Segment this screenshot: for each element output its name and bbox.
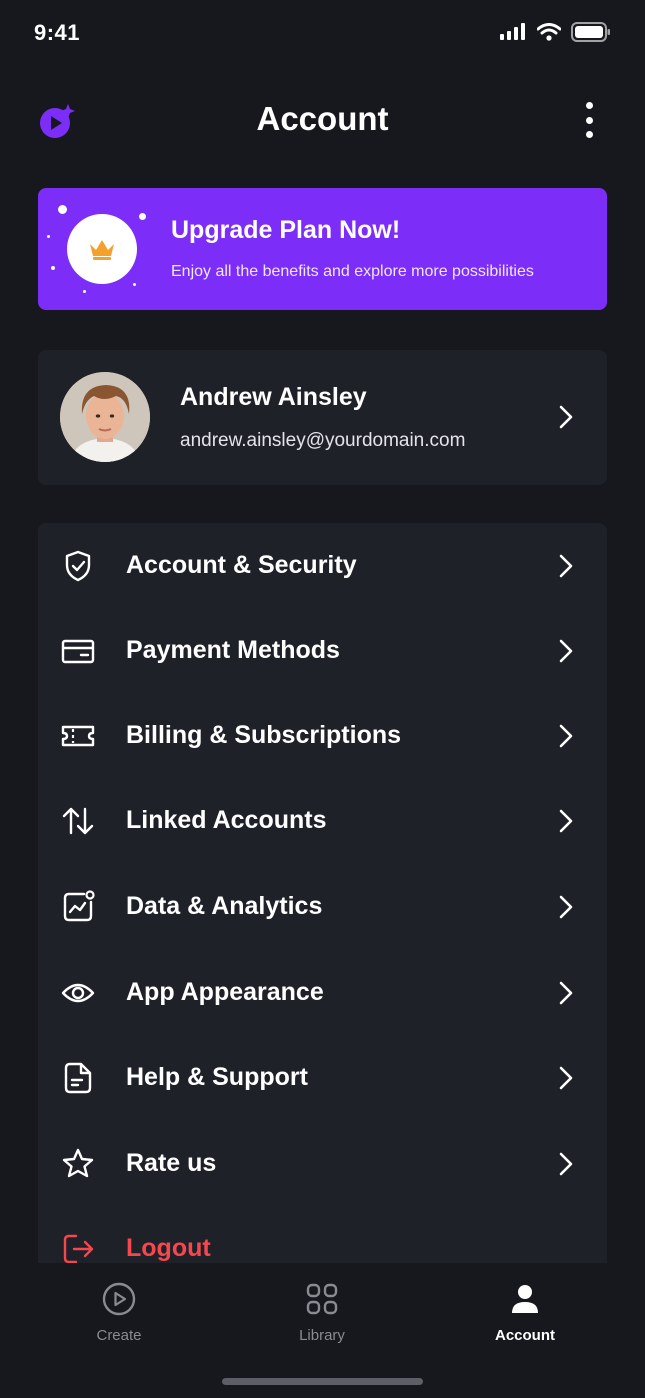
upgrade-title: Upgrade Plan Now!	[171, 216, 401, 244]
tab-library[interactable]: Library	[252, 1281, 392, 1344]
chevron-right-icon	[559, 1152, 573, 1176]
tab-label: Create	[96, 1327, 142, 1344]
chevron-right-icon	[559, 809, 573, 833]
grid-icon	[306, 1283, 338, 1315]
menu-item-label: Billing & Subscriptions	[126, 721, 402, 749]
profile-email: andrew.ainsley@yourdomain.com	[180, 430, 466, 451]
crown-icon	[90, 240, 114, 260]
status-time: 9:41	[34, 20, 81, 45]
chevron-right-icon	[559, 639, 573, 663]
more-vertical-icon[interactable]	[575, 102, 603, 138]
logout-icon	[63, 1234, 94, 1264]
menu-item-data-analytics[interactable]: Data & Analytics	[38, 877, 607, 937]
menu-item-billing-subscriptions[interactable]: Billing & Subscriptions	[38, 706, 607, 766]
upgrade-subtitle: Enjoy all the benefits and explore more …	[171, 263, 534, 280]
cellular-signal-icon	[500, 23, 525, 40]
chart-icon	[63, 890, 95, 922]
menu-item-account-security[interactable]: Account & Security	[38, 536, 607, 596]
wifi-icon	[537, 23, 561, 41]
header: Account	[0, 92, 645, 148]
profile-card[interactable]: Andrew Ainsley andrew.ainsley@yourdomain…	[38, 350, 607, 485]
shield-icon	[65, 550, 91, 582]
home-indicator	[222, 1378, 423, 1385]
tab-create[interactable]: Create	[49, 1281, 189, 1344]
chevron-right-icon	[559, 724, 573, 748]
credit-card-icon	[61, 639, 95, 664]
menu-item-payment-methods[interactable]: Payment Methods	[38, 621, 607, 681]
crown-badge	[67, 214, 137, 284]
page-title: Account	[256, 100, 389, 137]
tab-label: Library	[299, 1327, 345, 1344]
tab-label: Account	[495, 1327, 555, 1344]
eye-icon	[61, 983, 95, 1003]
chevron-right-icon	[559, 981, 573, 1005]
menu-item-label: Payment Methods	[126, 636, 340, 664]
menu-item-label: Data & Analytics	[126, 892, 323, 920]
tab-account[interactable]: Account	[455, 1281, 595, 1344]
chevron-right-icon	[559, 895, 573, 919]
status-icons	[499, 22, 611, 42]
ticket-icon	[61, 725, 95, 747]
chevron-right-icon	[559, 405, 573, 429]
menu-item-help-support[interactable]: Help & Support	[38, 1048, 607, 1108]
profile-name: Andrew Ainsley	[180, 383, 367, 411]
menu-item-label: Rate us	[126, 1149, 217, 1177]
avatar	[60, 372, 150, 462]
battery-icon	[571, 22, 610, 42]
arrows-up-down-icon	[62, 807, 94, 835]
play-circle-icon	[102, 1282, 136, 1316]
settings-menu: Account & Security Payment Methods Billi…	[38, 523, 607, 1283]
chevron-right-icon	[559, 1066, 573, 1090]
menu-item-label: Account & Security	[126, 551, 357, 579]
menu-item-label: Help & Support	[126, 1063, 308, 1091]
status-bar: 9:41	[0, 0, 645, 64]
menu-item-label: App Appearance	[126, 978, 324, 1006]
menu-item-linked-accounts[interactable]: Linked Accounts	[38, 791, 607, 851]
star-icon	[62, 1148, 94, 1178]
menu-item-label: Linked Accounts	[126, 806, 327, 834]
chevron-right-icon	[559, 554, 573, 578]
logout-label: Logout	[126, 1234, 211, 1262]
document-icon	[64, 1062, 92, 1094]
menu-item-rate-us[interactable]: Rate us	[38, 1134, 607, 1194]
menu-item-app-appearance[interactable]: App Appearance	[38, 963, 607, 1023]
user-icon	[512, 1285, 538, 1313]
upgrade-banner[interactable]: Upgrade Plan Now! Enjoy all the benefits…	[38, 188, 607, 310]
